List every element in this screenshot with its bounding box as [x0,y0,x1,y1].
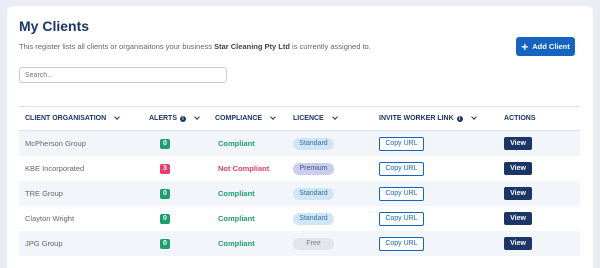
chevron-down-icon [270,114,276,120]
licence-badge: Premium [293,162,334,175]
licence-cell: Standard [293,206,334,231]
invite-cell: Copy URL [379,181,424,206]
business-name: Star Cleaning Pty Ltd [214,42,290,51]
client-name[interactable]: KBE Incorporated [25,156,84,181]
client-name[interactable]: Clayton Wright [25,206,74,231]
table-row: McPherson Group 0 Compliant Standard Copy UR… [19,131,580,156]
clients-card: My Clients This register lists all clien… [7,6,593,268]
compliance-status: Not Compliant [218,164,270,173]
licence-cell: Standard [293,131,334,156]
copy-url-button[interactable]: Copy URL [379,161,424,176]
info-icon: i [180,115,186,122]
alert-cell: 0 [160,181,170,206]
client-name[interactable]: McPherson Group [25,131,86,156]
alert-cell: 0 [160,206,170,231]
actions-cell: View [504,231,532,256]
copy-url-button[interactable]: Copy URL [379,186,424,201]
header-actions: ACTIONS [504,115,536,122]
client-name[interactable]: TRE Group [25,181,63,206]
actions-cell: View [504,156,532,181]
alert-count-badge[interactable]: 0 [160,213,170,224]
info-icon: i [456,115,463,122]
view-button[interactable]: View [504,237,532,250]
licence-badge: Standard [293,212,334,225]
view-button[interactable]: View [504,187,532,200]
actions-cell: View [504,131,532,156]
invite-cell: Copy URL [379,206,424,231]
licence-badge: Standard [293,187,334,200]
copy-url-button[interactable]: Copy URL [379,136,424,151]
invite-cell: Copy URL [379,131,424,156]
table-row: TRE Group 0 Compliant Standard Copy URL View [19,181,580,206]
actions-cell: View [504,206,532,231]
invite-cell: Copy URL [379,231,424,256]
table-row: JPG Group 0 Compliant Free Copy URL View [19,231,580,256]
licence-cell: Premium [293,156,334,181]
header-compliance[interactable]: COMPLIANCE [215,107,276,130]
view-button[interactable]: View [504,137,532,150]
invite-cell: Copy URL [379,156,424,181]
licence-badge: Free [293,237,334,250]
licence-cell: Free [293,231,334,256]
alert-count-badge[interactable]: 0 [160,238,170,249]
view-button[interactable]: View [504,212,532,225]
compliance-status: Compliant [218,239,255,248]
chevron-down-icon [194,114,200,120]
description-prefix: This register lists all clients or organ… [19,42,215,51]
copy-url-button[interactable]: Copy URL [379,236,424,251]
alert-count-badge[interactable]: 3 [160,163,170,174]
licence-badge: Standard [293,137,334,150]
copy-url-button[interactable]: Copy URL [379,211,424,226]
table-header: CLIENT ORGANISATION ALERTS i COMPLIANCE L… [19,106,580,131]
table-row: Clayton Wright 0 Compliant Standard Copy URL… [19,206,580,231]
chevron-down-icon [331,114,338,120]
compliance-status: Compliant [218,214,255,223]
plus-icon: + [521,39,529,54]
alert-cell: 3 [160,156,170,181]
client-name[interactable]: JPG Group [25,231,63,256]
page-title: My Clients [19,18,90,34]
add-client-button[interactable]: + Add Client [516,37,575,56]
header-client-organisation[interactable]: CLIENT ORGANISATION [25,107,120,130]
chevron-down-icon [114,114,120,120]
licence-cell: Standard [293,181,334,206]
alert-cell: 0 [160,131,170,156]
actions-cell: View [504,181,532,206]
page-description: This register lists all clients or organ… [19,42,371,51]
search-input[interactable] [19,67,227,83]
alert-cell: 0 [160,231,170,256]
description-suffix: is currently assigned to. [289,42,371,51]
header-alerts[interactable]: ALERTS i [149,107,200,130]
header-licence[interactable]: LICENCE [293,107,338,130]
view-button[interactable]: View [504,162,532,175]
add-client-label: Add Client [532,42,570,51]
chevron-down-icon [470,114,477,120]
alert-count-badge[interactable]: 0 [160,138,170,149]
table-row: KBE Incorporated 3 Not Compliant Premium Cop… [19,156,580,181]
alert-count-badge[interactable]: 0 [160,188,170,199]
compliance-status: Compliant [218,139,255,148]
header-invite-worker-link[interactable]: INVITE WORKER LINK i [379,107,477,130]
compliance-status: Compliant [218,189,255,198]
